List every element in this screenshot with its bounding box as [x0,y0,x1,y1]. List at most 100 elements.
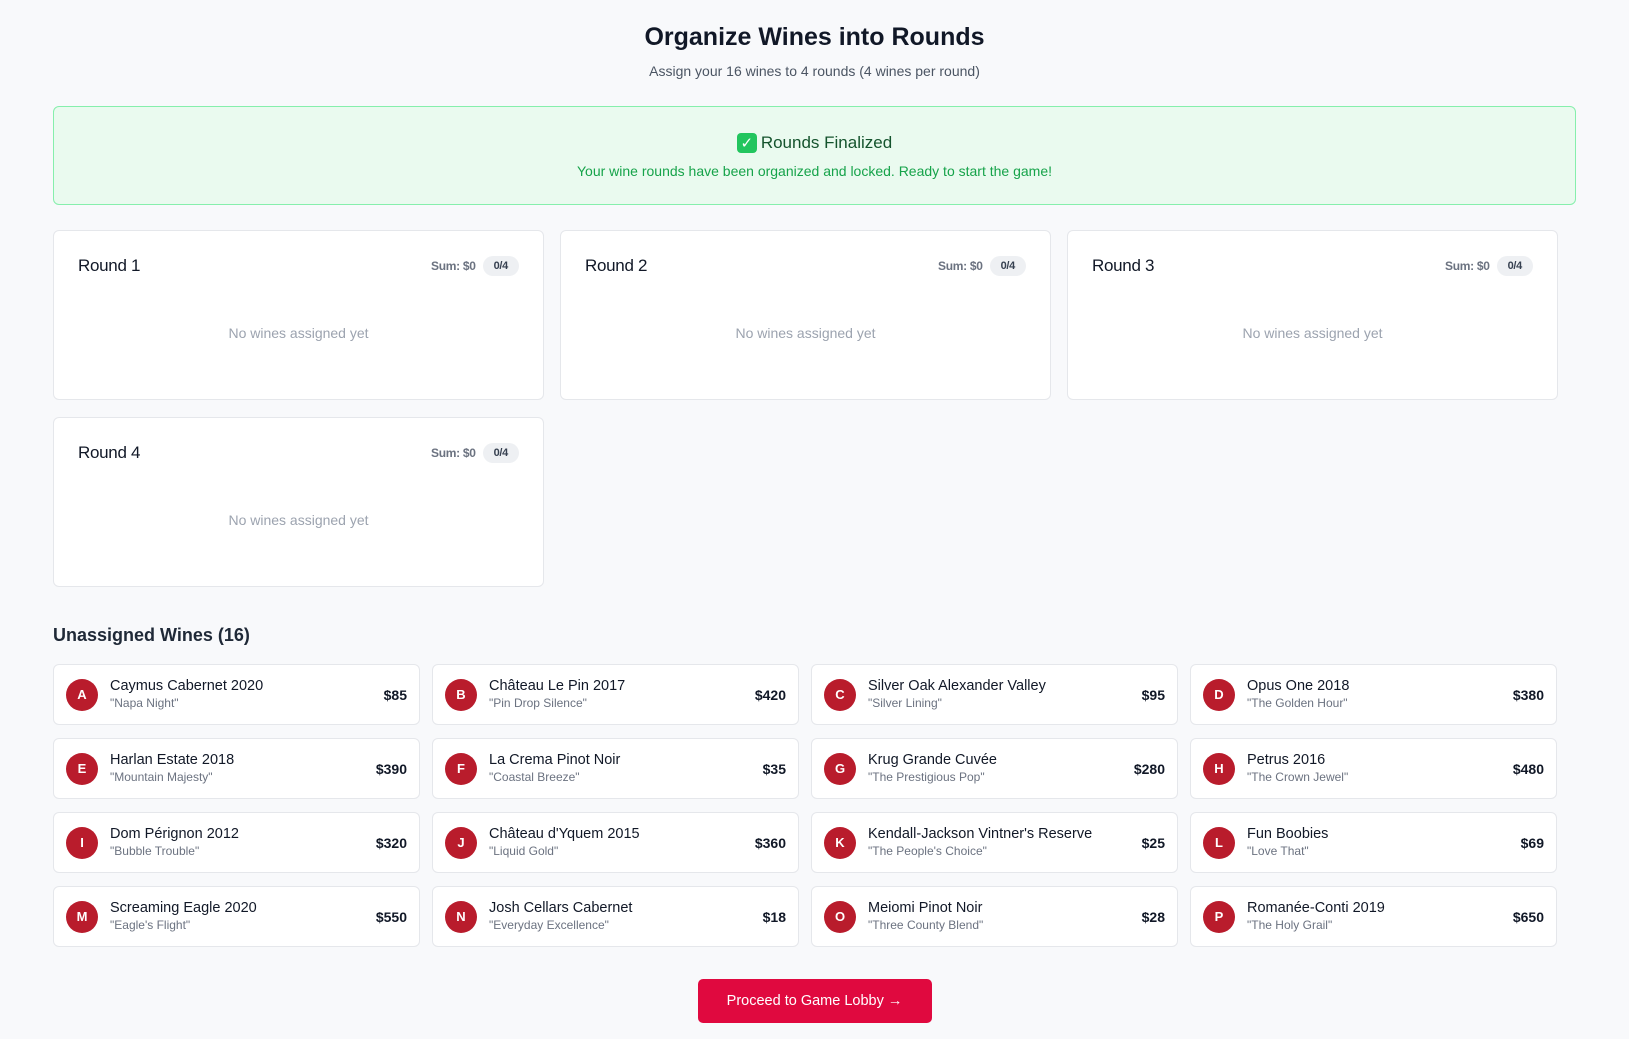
wine-nickname: "The Golden Hour" [1247,696,1348,710]
wine-name: La Crema Pinot Noir [489,752,621,768]
wine-nickname: "The Holy Grail" [1247,918,1333,932]
wine-name: Caymus Cabernet 2020 [110,678,264,694]
footer: Proceed to Game Lobby → [53,979,1576,1023]
wine-nickname: "Coastal Breeze" [489,770,580,784]
wine-name: Harlan Estate 2018 [110,752,235,768]
wine-card[interactable]: N Josh Cellars Cabernet "Everyday Excellen… [432,886,799,947]
wine-info: La Crema Pinot Noir "Coastal Breeze" [489,752,763,785]
wine-card[interactable]: O Meiomi Pinot Noir "Three County Blend" $2… [811,886,1178,947]
wine-info: Château Le Pin 2017 "Pin Drop Silence" [489,678,755,711]
page-title: Organize Wines into Rounds [644,23,985,51]
round-count-badge: 0/4 [1496,256,1533,276]
wine-letter-badge: J [445,826,477,859]
wine-card[interactable]: M Screaming Eagle 2020 "Eagle's Flight" $55… [53,886,420,947]
check-mark-icon: ✓ [736,132,757,153]
wine-letter-badge: D [1203,678,1235,711]
wine-price: $95 [1141,686,1165,703]
rounds-grid: Round 1 Sum: $0 0/4 No wines assigned ye… [53,230,1576,587]
round-card-3[interactable]: Round 3 Sum: $0 0/4 No wines assigned ye… [1067,230,1558,400]
wine-card[interactable]: L Fun Boobies "Love That" $69 [1190,812,1557,873]
wine-card[interactable]: C Silver Oak Alexander Valley "Silver Lini… [811,664,1178,725]
round-title: Round 3 [1092,256,1155,275]
round-header: Round 2 Sum: $0 0/4 [585,255,1026,277]
wine-name: Krug Grande Cuvée [868,752,997,768]
wine-price: $480 [1512,760,1544,777]
wine-letter-badge: M [66,900,98,933]
round-card-2[interactable]: Round 2 Sum: $0 0/4 No wines assigned ye… [560,230,1051,400]
wine-nickname: "Eagle's Flight" [110,918,191,932]
round-header: Round 4 Sum: $0 0/4 [78,442,519,464]
round-meta: Sum: $0 0/4 [938,256,1026,276]
round-empty-message: No wines assigned yet [228,325,369,341]
round-count-badge: 0/4 [989,256,1026,276]
wine-letter-badge: N [445,900,477,933]
wine-card[interactable]: A Caymus Cabernet 2020 "Napa Night" $85 [53,664,420,725]
wine-nickname: "The Prestigious Pop" [868,770,985,784]
wine-info: Meiomi Pinot Noir "Three County Blend" [868,900,1142,933]
wine-card[interactable]: D Opus One 2018 "The Golden Hour" $380 [1190,664,1557,725]
wine-card[interactable]: G Krug Grande Cuvée "The Prestigious Pop" $… [811,738,1178,799]
wine-card[interactable]: K Kendall-Jackson Vintner's Reserve "The P… [811,812,1178,873]
round-card-1[interactable]: Round 1 Sum: $0 0/4 No wines assigned ye… [53,230,544,400]
wine-name: Josh Cellars Cabernet [489,900,633,916]
wine-letter-badge: P [1203,900,1235,933]
wine-letter-badge: G [824,752,856,785]
wine-card[interactable]: J Château d'Yquem 2015 "Liquid Gold" $360 [432,812,799,873]
banner-heading: ✓ Rounds Finalized [736,132,893,153]
wine-nickname: "Pin Drop Silence" [489,696,587,710]
wine-name: Opus One 2018 [1247,678,1350,694]
banner-title: Rounds Finalized [760,132,893,152]
round-meta: Sum: $0 0/4 [1445,256,1533,276]
wine-price: $550 [375,908,407,925]
wine-info: Silver Oak Alexander Valley "Silver Linin… [868,678,1142,711]
wine-card[interactable]: H Petrus 2016 "The Crown Jewel" $480 [1190,738,1557,799]
wine-info: Screaming Eagle 2020 "Eagle's Flight" [110,900,376,933]
round-sum: Sum: $0 [938,259,983,273]
wine-letter-badge: E [66,752,98,785]
wine-price: $390 [375,760,407,777]
wine-info: Petrus 2016 "The Crown Jewel" [1247,752,1513,785]
wine-card[interactable]: P Romanée-Conti 2019 "The Holy Grail" $650 [1190,886,1557,947]
wine-info: Kendall-Jackson Vintner's Reserve "The Pe… [868,826,1142,859]
wine-price: $18 [762,908,786,925]
wine-nickname: "Bubble Trouble" [110,844,200,858]
wine-info: Dom Pérignon 2012 "Bubble Trouble" [110,826,376,859]
proceed-label: Proceed to Game Lobby [726,993,884,1009]
wine-card[interactable]: F La Crema Pinot Noir "Coastal Breeze" $35 [432,738,799,799]
wine-info: Opus One 2018 "The Golden Hour" [1247,678,1513,711]
round-meta: Sum: $0 0/4 [431,256,519,276]
wine-info: Krug Grande Cuvée "The Prestigious Pop" [868,752,1134,785]
organize-rounds-page: Organize Wines into Rounds Assign your 1… [0,22,1629,1023]
wine-info: Château d'Yquem 2015 "Liquid Gold" [489,826,755,859]
wine-nickname: "Silver Lining" [868,696,942,710]
banner-message: Your wine rounds have been organized and… [576,162,1052,179]
wine-info: Fun Boobies "Love That" [1247,826,1521,859]
wine-card[interactable]: I Dom Pérignon 2012 "Bubble Trouble" $320 [53,812,420,873]
wine-price: $380 [1512,686,1544,703]
wine-name: Dom Pérignon 2012 [110,826,239,842]
wine-name: Fun Boobies [1247,826,1329,842]
round-header: Round 3 Sum: $0 0/4 [1092,255,1533,277]
unassigned-title: Unassigned Wines (16) [53,625,250,645]
wine-nickname: "Mountain Majesty" [110,770,213,784]
round-title: Round 2 [585,256,648,275]
wine-info: Harlan Estate 2018 "Mountain Majesty" [110,752,376,785]
wine-nickname: "Liquid Gold" [489,844,559,858]
wine-letter-badge: L [1203,826,1235,859]
wine-nickname: "Three County Blend" [868,918,984,932]
round-title: Round 4 [78,443,141,462]
wine-name: Kendall-Jackson Vintner's Reserve [868,826,1093,842]
round-card-4[interactable]: Round 4 Sum: $0 0/4 No wines assigned ye… [53,417,544,587]
wine-nickname: "Everyday Excellence" [489,918,609,932]
wine-name: Château Le Pin 2017 [489,678,626,694]
wine-card[interactable]: E Harlan Estate 2018 "Mountain Majesty" $39… [53,738,420,799]
wine-card[interactable]: B Château Le Pin 2017 "Pin Drop Silence" $4… [432,664,799,725]
wine-price: $280 [1133,760,1165,777]
wine-info: Caymus Cabernet 2020 "Napa Night" [110,678,384,711]
round-sum: Sum: $0 [431,259,476,273]
wine-name: Château d'Yquem 2015 [489,826,640,842]
wine-nickname: "Love That" [1247,844,1309,858]
wine-name: Screaming Eagle 2020 [110,900,257,916]
wine-price: $650 [1512,908,1544,925]
proceed-button[interactable]: Proceed to Game Lobby → [697,979,932,1023]
